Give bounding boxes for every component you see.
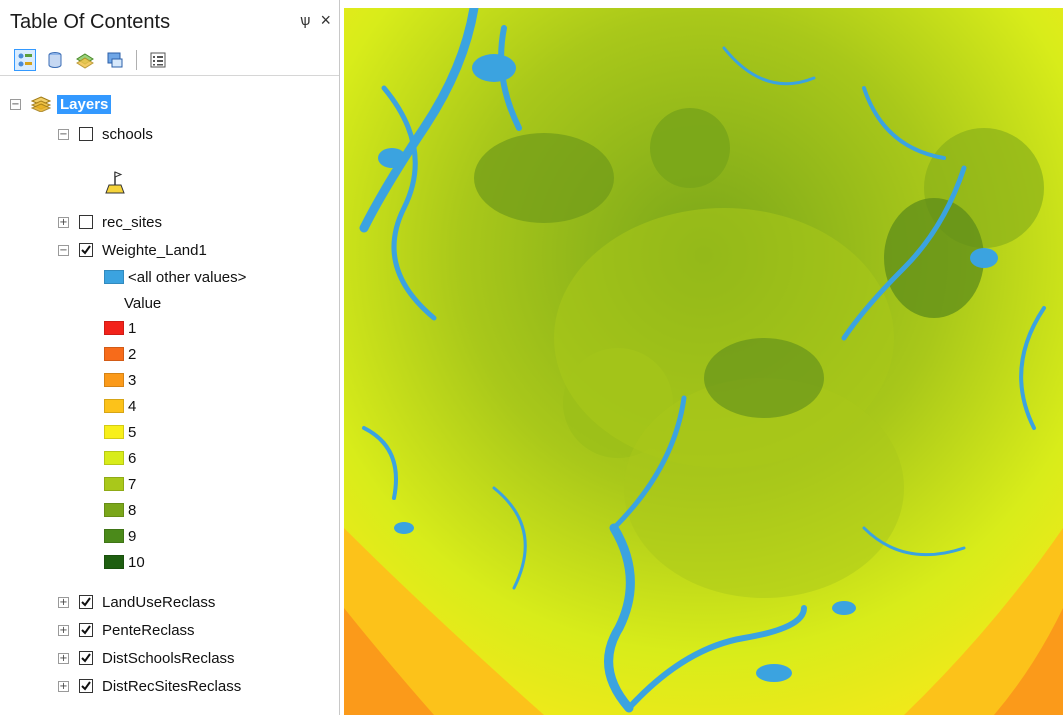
layer-pentereclass[interactable]: + PenteReclass [58,618,195,642]
legend-swatch[interactable] [104,425,124,439]
collapse-icon[interactable]: − [10,98,21,110]
legend-swatch[interactable] [104,347,124,361]
layers-stack-icon [31,96,51,112]
database-icon [48,51,62,68]
layers-root-label[interactable]: Layers [57,94,112,114]
legend-class-label: 7 [128,475,137,493]
layer-visibility-checkbox[interactable] [79,623,93,637]
legend-class-label: 1 [128,319,137,337]
list-by-drawing-order-icon [18,53,32,66]
legend-class-row[interactable]: 3 [104,368,136,392]
legend-class-label: 8 [128,501,137,519]
legend-swatch[interactable] [104,451,124,465]
legend-class-label: 9 [128,527,137,545]
list-by-selection-button[interactable] [104,49,126,71]
legend-class-row[interactable]: 4 [104,394,136,418]
suitability-raster [344,8,1063,715]
legend-class-label: 6 [128,449,137,467]
toolbar-separator [136,49,137,70]
layer-visibility-checkbox[interactable] [79,215,93,229]
options-list-icon [150,52,166,67]
expand-icon[interactable]: + [58,624,69,636]
toc-toolbar [0,44,339,76]
list-by-visibility-button[interactable] [74,49,96,71]
expand-icon[interactable]: + [58,596,69,608]
layer-visibility-checkbox[interactable] [79,243,93,257]
checkmark-icon [81,245,91,255]
schools-symbol[interactable] [104,170,126,194]
layer-weighte-land1[interactable]: − Weighte_Land1 [58,238,207,262]
legend-swatch[interactable] [104,399,124,413]
legend-swatch[interactable] [104,503,124,517]
expand-icon[interactable]: + [58,216,69,228]
legend-swatch[interactable] [104,373,124,387]
legend-class-label: 5 [128,423,137,441]
legend-swatch[interactable] [104,477,124,491]
legend-class-label: 10 [128,553,145,571]
legend-label: <all other values> [128,268,247,286]
pin-icon[interactable]: ѱ [300,12,310,29]
list-by-source-button[interactable] [44,49,66,71]
legend-swatch[interactable] [104,321,124,335]
layer-visibility-checkbox[interactable] [79,679,93,693]
legend-other-values[interactable]: <all other values> [104,265,246,289]
checkmark-icon [81,653,91,663]
layer-visibility-checkbox[interactable] [79,595,93,609]
collapse-icon[interactable]: − [58,128,69,140]
layer-name[interactable]: PenteReclass [102,622,195,639]
legend-class-label: 2 [128,345,137,363]
expand-icon[interactable]: + [58,680,69,692]
layer-name[interactable]: DistSchoolsReclass [102,650,235,667]
legend-class-label: 3 [128,371,137,389]
legend-class-row[interactable]: 9 [104,524,136,548]
legend-swatch[interactable] [104,270,124,284]
legend-class-row[interactable]: 5 [104,420,136,444]
layer-name[interactable]: Weighte_Land1 [102,242,207,259]
list-by-drawing-order-button[interactable] [14,48,36,71]
checkmark-icon [81,625,91,635]
layer-name[interactable]: schools [102,126,153,143]
legend-header-label: Value [124,294,162,312]
legend-class-row[interactable]: 8 [104,498,136,522]
expand-icon[interactable]: + [58,652,69,664]
layer-schools[interactable]: − schools [58,122,153,146]
legend-class-row[interactable]: 7 [104,472,136,496]
layer-distschoolsreclass[interactable]: + DistSchoolsReclass [58,646,235,670]
legend-class-row[interactable]: 1 [104,316,136,340]
selection-icon [107,52,123,67]
close-icon[interactable]: × [320,11,331,29]
layer-landusereclass[interactable]: + LandUseReclass [58,590,215,614]
layers-root[interactable]: − Layers [10,92,112,116]
toc-header: Table Of Contents ѱ × [0,0,339,44]
checkmark-icon [81,597,91,607]
options-button[interactable] [147,49,169,71]
layer-name[interactable]: rec_sites [102,214,162,231]
table-of-contents-panel: Table Of Contents ѱ × − Layers − schools… [0,0,340,715]
legend-class-row[interactable]: 6 [104,446,136,470]
toc-title: Table Of Contents [10,10,171,33]
legend-swatch[interactable] [104,529,124,543]
legend-class-row[interactable]: 10 [104,550,145,574]
map-canvas[interactable] [344,8,1063,715]
layer-distrecsitesreclass[interactable]: + DistRecSitesReclass [58,674,241,698]
legend-class-row[interactable]: 2 [104,342,136,366]
layer-visibility-checkbox[interactable] [79,651,93,665]
layer-name[interactable]: LandUseReclass [102,594,215,611]
layer-rec-sites[interactable]: + rec_sites [58,210,162,234]
legend-class-label: 4 [128,397,137,415]
collapse-icon[interactable]: − [58,244,69,256]
checkmark-icon [81,681,91,691]
legend-value-header: Value [124,291,161,315]
layers-visibility-icon [76,52,94,69]
layer-name[interactable]: DistRecSitesReclass [102,678,241,695]
layer-visibility-checkbox[interactable] [79,127,93,141]
school-flag-icon [105,171,125,194]
legend-swatch[interactable] [104,555,124,569]
